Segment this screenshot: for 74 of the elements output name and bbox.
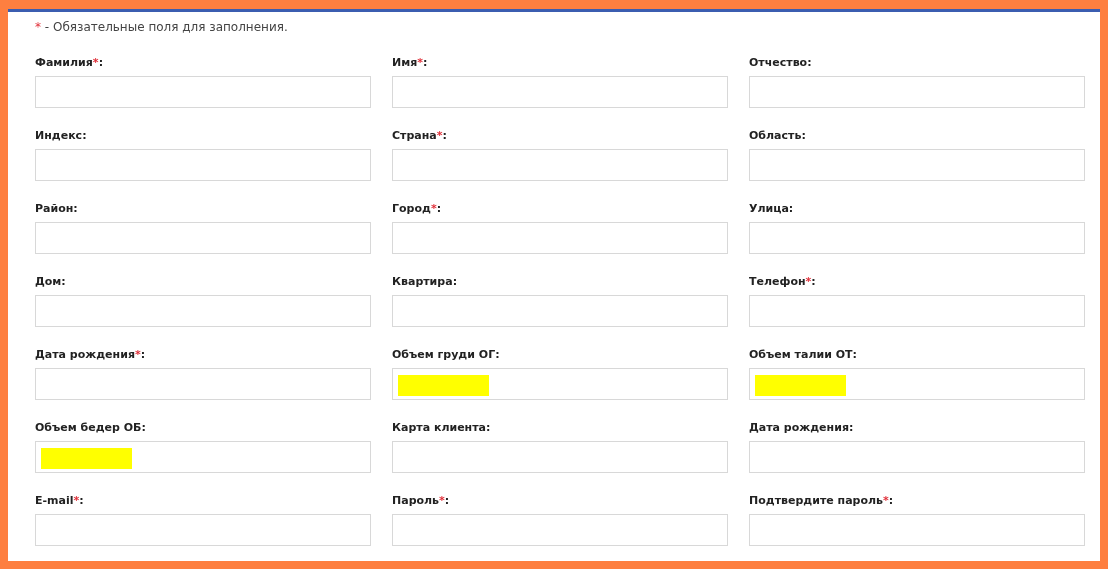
- required-asterisk: *: [134, 348, 141, 361]
- input-field[interactable]: [749, 295, 1085, 327]
- label-colon: :: [82, 129, 87, 142]
- input-field[interactable]: [392, 149, 728, 181]
- field-label: Пароль: [392, 494, 440, 507]
- field-label: Карта клиента: [392, 421, 486, 434]
- field-label: Объем бедер ОБ: [35, 421, 142, 434]
- input-field[interactable]: [749, 368, 1085, 400]
- field-label: Область: [749, 129, 802, 142]
- field-label: Страна: [392, 129, 437, 142]
- input-field[interactable]: [392, 514, 728, 546]
- input-field[interactable]: [35, 76, 371, 108]
- label-colon: :: [423, 56, 428, 69]
- input-field[interactable]: [749, 222, 1085, 254]
- label-colon: :: [98, 56, 104, 69]
- required-asterisk: *: [430, 202, 437, 215]
- input-field[interactable]: [392, 295, 728, 327]
- label-colon: :: [436, 202, 442, 215]
- required-asterisk: *: [883, 494, 889, 507]
- input-field[interactable]: [392, 76, 728, 108]
- input-field[interactable]: [392, 368, 728, 400]
- field-label: Индекс: [35, 129, 83, 142]
- input-field[interactable]: [749, 441, 1085, 473]
- field-label: E-mail: [35, 494, 74, 507]
- input-field[interactable]: [392, 441, 728, 473]
- label-colon: :: [495, 348, 500, 361]
- input-field[interactable]: [35, 441, 371, 473]
- required-asterisk: *: [73, 494, 80, 507]
- label-colon: :: [442, 129, 447, 142]
- input-field[interactable]: [749, 76, 1085, 108]
- field-label: Город: [392, 202, 431, 215]
- label-colon: :: [811, 275, 816, 288]
- required-asterisk: *: [417, 56, 424, 69]
- required-asterisk: *: [436, 129, 443, 142]
- input-field[interactable]: [35, 514, 371, 546]
- label-colon: :: [807, 56, 812, 69]
- field-label: Дом: [35, 275, 62, 288]
- label-colon: :: [79, 494, 84, 507]
- label-colon: :: [848, 421, 854, 434]
- label-colon: :: [444, 494, 450, 507]
- label-colon: :: [852, 348, 857, 361]
- input-field[interactable]: [749, 514, 1085, 546]
- label-colon: :: [452, 275, 458, 288]
- notice-text: - Обязательные поля для заполнения.: [43, 20, 288, 34]
- field-label: Квартира: [392, 275, 453, 288]
- field-label: Телефон: [749, 275, 806, 288]
- label-colon: :: [888, 494, 894, 507]
- field-label: Отчество: [749, 56, 808, 69]
- required-asterisk: *: [805, 275, 812, 288]
- field-label: Дата рождения: [749, 421, 849, 434]
- label-colon: :: [61, 275, 66, 288]
- required-asterisk: *: [35, 20, 41, 34]
- label-colon: :: [140, 348, 146, 361]
- label-colon: :: [486, 421, 491, 434]
- field-label: Улица: [749, 202, 789, 215]
- label-colon: :: [73, 202, 78, 215]
- field-label: Объем груди ОГ: [392, 348, 496, 361]
- field-label: Объем талии ОТ: [749, 348, 853, 361]
- input-field[interactable]: [392, 222, 728, 254]
- input-field[interactable]: [35, 295, 371, 327]
- required-asterisk: *: [92, 56, 99, 69]
- required-asterisk: *: [439, 494, 445, 507]
- label-colon: :: [801, 129, 806, 142]
- label-colon: :: [788, 202, 794, 215]
- input-field[interactable]: [35, 222, 371, 254]
- field-label: Имя: [392, 56, 418, 69]
- input-field[interactable]: [35, 368, 371, 400]
- field-label: Подтвердите пароль: [749, 494, 884, 507]
- field-label: Дата рождения: [35, 348, 135, 361]
- field-label: Фамилия: [35, 56, 93, 69]
- field-label: Район: [35, 202, 74, 215]
- input-field[interactable]: [749, 149, 1085, 181]
- input-field[interactable]: [35, 149, 371, 181]
- label-colon: :: [141, 421, 146, 434]
